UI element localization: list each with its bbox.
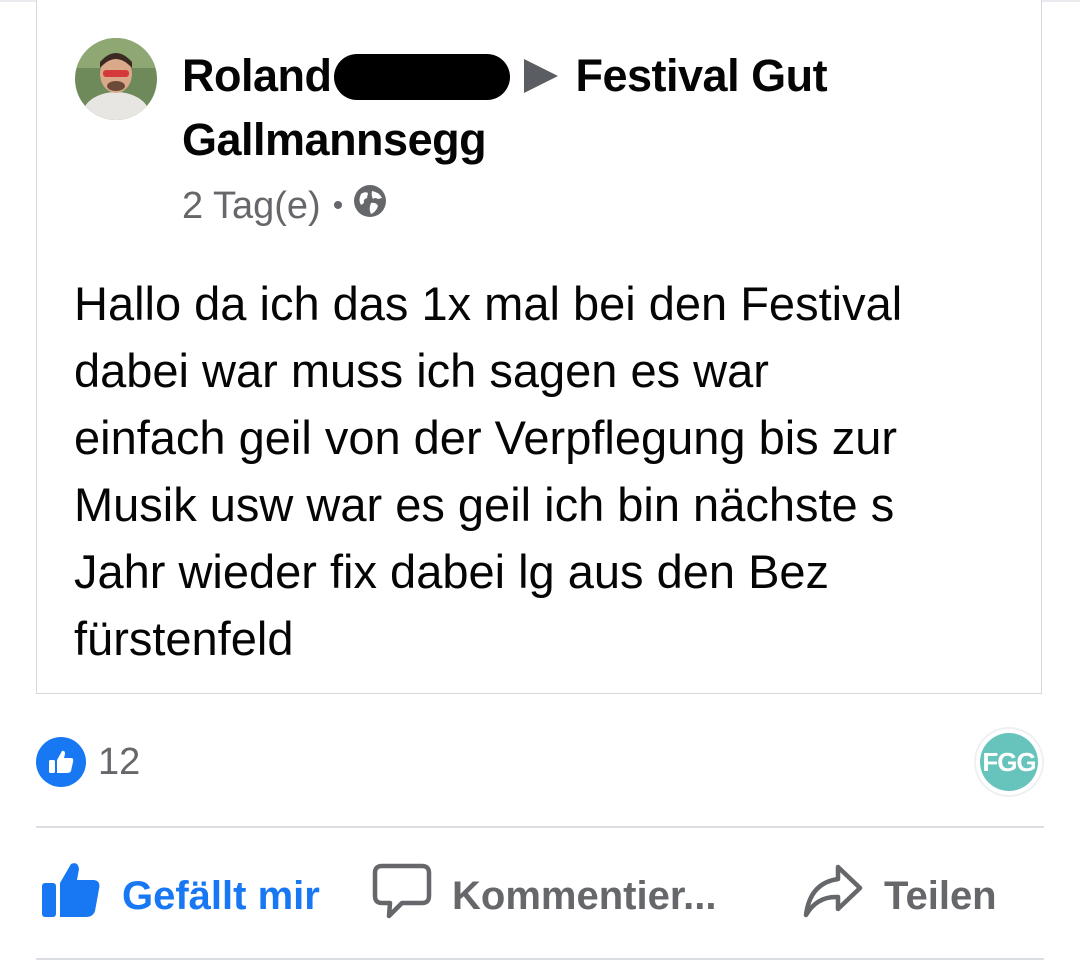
author-avatar-image xyxy=(75,38,157,120)
facebook-post-screen: Roland Festival Gut Gallmannsegg 2 Tag(e)… xyxy=(0,0,1080,966)
post-card: Roland Festival Gut Gallmannsegg 2 Tag(e)… xyxy=(36,0,1042,694)
like-count: 12 xyxy=(98,740,141,783)
like-button-label: Gefällt mir xyxy=(122,873,320,918)
redacted-surname xyxy=(333,54,510,100)
globe-icon xyxy=(353,184,387,228)
post-header: Roland Festival Gut Gallmannsegg xyxy=(182,44,1002,172)
share-button[interactable]: Teilen xyxy=(802,860,997,932)
post-meta: 2 Tag(e) • xyxy=(182,184,387,228)
page-avatar-fgg[interactable]: FGG xyxy=(976,729,1042,795)
like-button[interactable]: Gefällt mir xyxy=(40,860,320,932)
author-name[interactable]: Roland xyxy=(182,50,332,101)
post-timestamp[interactable]: 2 Tag(e) xyxy=(182,184,321,228)
comment-button-label: Kommentier... xyxy=(452,873,717,918)
reaction-summary[interactable]: 12 xyxy=(36,737,140,787)
thumbs-up-icon xyxy=(36,737,86,787)
comment-button[interactable]: Kommentier... xyxy=(372,860,717,932)
meta-separator: • xyxy=(332,189,344,222)
thumbs-up-icon xyxy=(40,861,102,931)
post-body-text: Hallo da ich das 1x mal bei den Festival… xyxy=(74,277,903,665)
share-arrow-icon xyxy=(802,863,864,929)
reactions-divider xyxy=(36,826,1044,828)
comment-bubble-icon xyxy=(372,862,432,930)
share-button-label: Teilen xyxy=(884,873,997,918)
page-avatar-logo: FGG xyxy=(980,733,1038,791)
author-avatar[interactable] xyxy=(75,38,157,120)
posted-to-arrow-icon xyxy=(523,59,558,93)
actions-divider xyxy=(36,958,1044,960)
